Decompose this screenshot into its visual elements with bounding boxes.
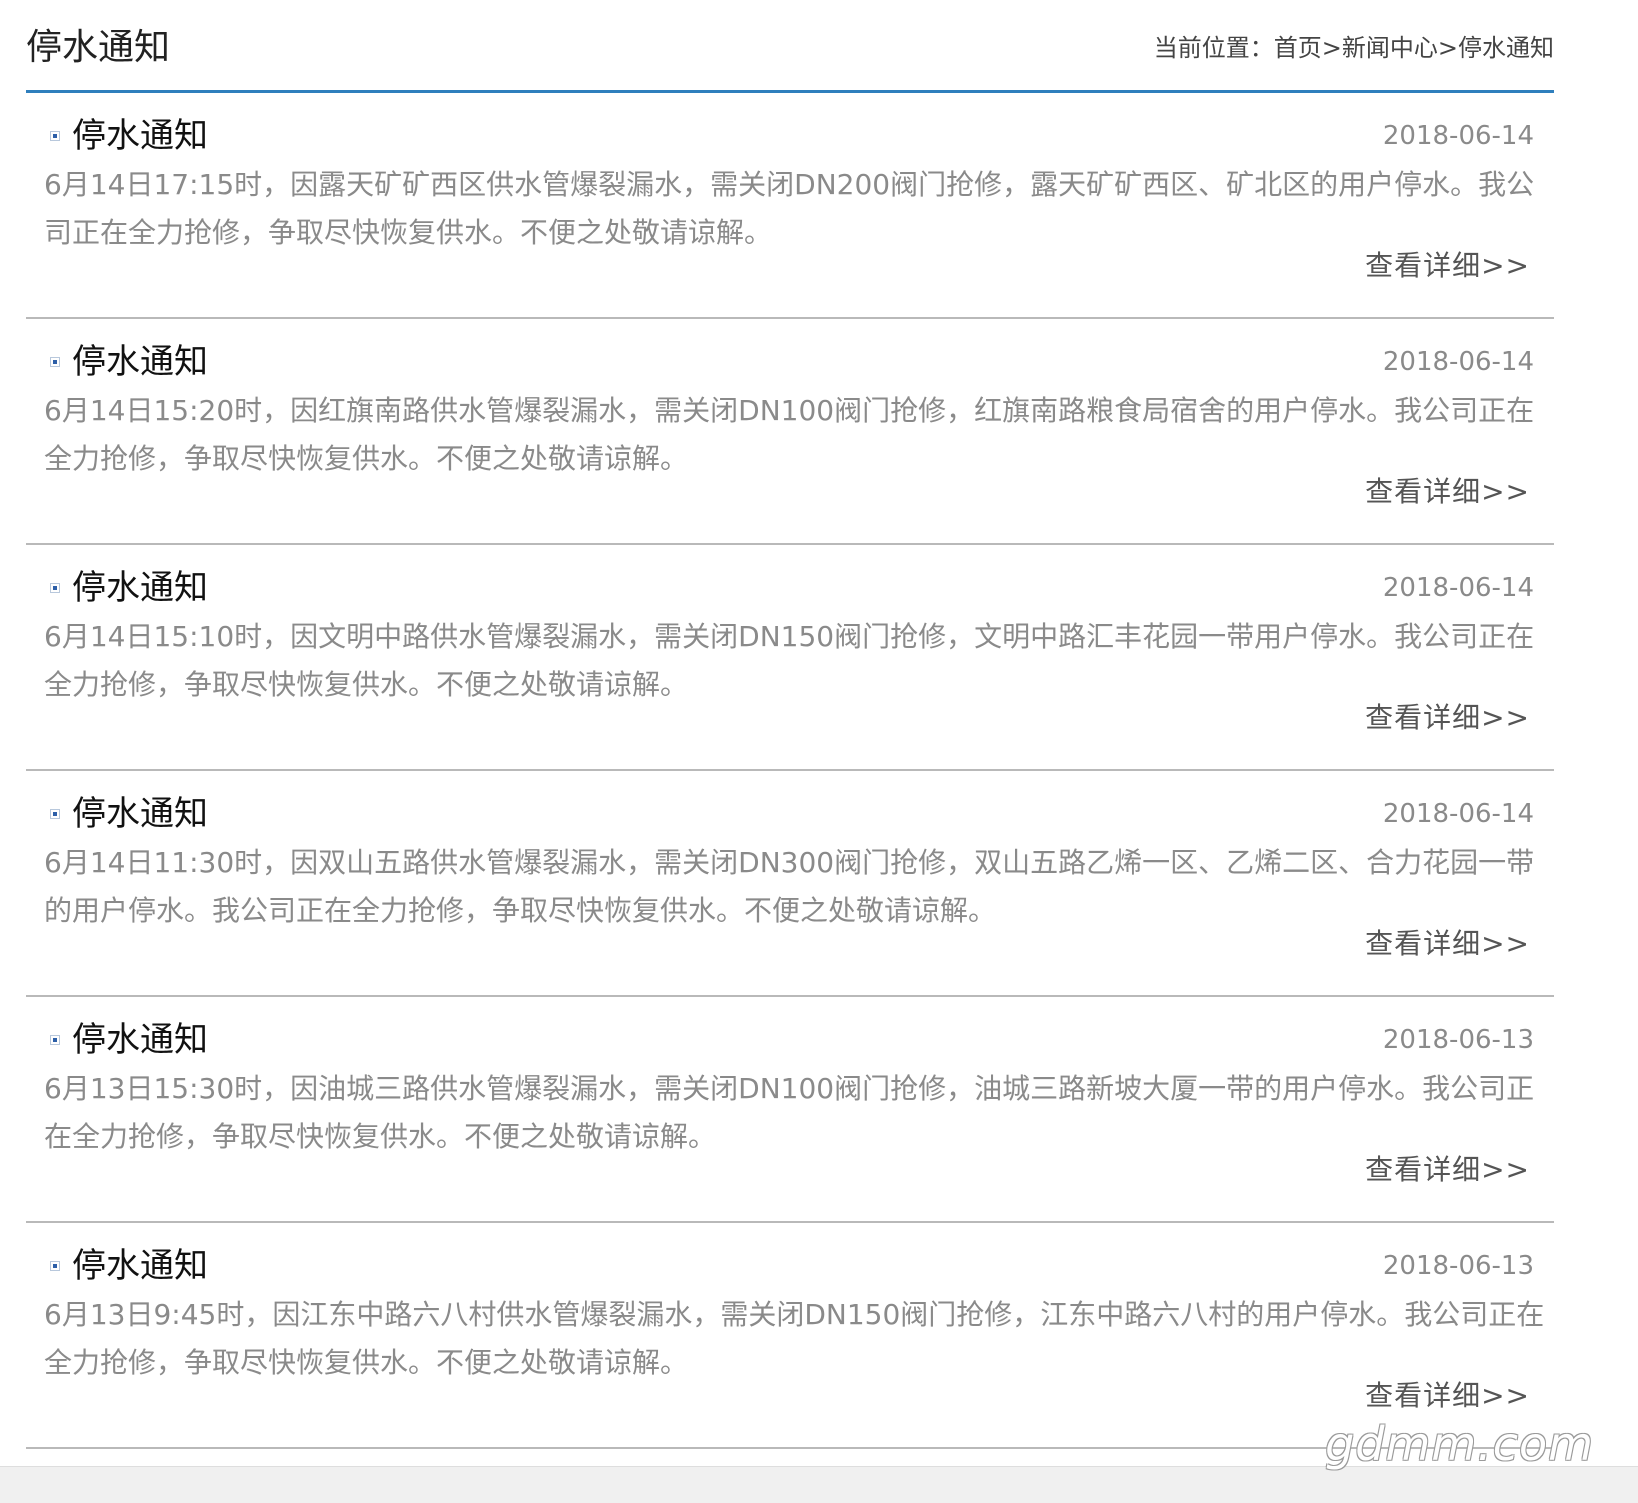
news-item: 停水通知 2018-06-14 6月14日11:30时，因双山五路供水管爆裂漏水… (26, 771, 1554, 997)
news-date: 2018-06-14 (1382, 347, 1534, 377)
news-date: 2018-06-13 (1382, 1251, 1534, 1281)
news-item: 停水通知 2018-06-14 6月14日15:10时，因文明中路供水管爆裂漏水… (26, 545, 1554, 771)
breadcrumb-current: 停水通知 (1458, 34, 1554, 62)
view-details-link[interactable]: 查看详细>> (1365, 473, 1530, 511)
page-title: 停水通知 (26, 27, 171, 68)
news-summary: 6月13日15:30时，因油城三路供水管爆裂漏水，需关闭DN100阀门抢修，油城… (44, 1072, 1535, 1153)
news-summary: 6月14日17:15时，因露天矿矿西区供水管爆裂漏水，需关闭DN200阀门抢修，… (44, 168, 1535, 249)
news-date: 2018-06-13 (1382, 1025, 1534, 1055)
news-date: 2018-06-14 (1382, 121, 1534, 151)
breadcrumb-news-center-link[interactable]: 新闻中心 (1342, 34, 1438, 62)
view-details-link[interactable]: 查看详细>> (1365, 1151, 1530, 1189)
breadcrumb-prefix: 当前位置： (1153, 34, 1274, 62)
bullet-icon (50, 1261, 60, 1271)
news-item: 停水通知 2018-06-13 6月13日15:30时，因油城三路供水管爆裂漏水… (26, 997, 1554, 1223)
bullet-icon (50, 357, 60, 367)
news-summary: 6月14日11:30时，因双山五路供水管爆裂漏水，需关闭DN300阀门抢修，双山… (44, 846, 1535, 927)
view-details-link[interactable]: 查看详细>> (1365, 247, 1530, 285)
view-details-link[interactable]: 查看详细>> (1365, 1377, 1530, 1415)
bullet-icon (50, 131, 60, 141)
news-item: 停水通知 2018-06-14 6月14日15:20时，因红旗南路供水管爆裂漏水… (26, 319, 1554, 545)
news-list: 停水通知 2018-06-14 6月14日17:15时，因露天矿矿西区供水管爆裂… (26, 93, 1554, 1449)
view-details-link[interactable]: 查看详细>> (1365, 699, 1530, 737)
breadcrumb-separator: > (1321, 34, 1342, 62)
news-title-link[interactable]: 停水通知 (72, 1017, 208, 1063)
bullet-icon (50, 1035, 60, 1045)
watermark: gdmm.com (1325, 1417, 1594, 1471)
bullet-icon (50, 583, 60, 593)
news-summary: 6月14日15:20时，因红旗南路供水管爆裂漏水，需关闭DN100阀门抢修，红旗… (44, 394, 1535, 475)
news-title-link[interactable]: 停水通知 (72, 1243, 208, 1289)
breadcrumb: 当前位置：首页>新闻中心>停水通知 (1154, 32, 1554, 64)
news-summary: 6月14日15:10时，因文明中路供水管爆裂漏水，需关闭DN150阀门抢修，文明… (44, 620, 1535, 701)
page-header: 停水通知 当前位置：首页>新闻中心>停水通知 (26, 0, 1554, 93)
news-date: 2018-06-14 (1382, 799, 1534, 829)
news-summary: 6月13日9:45时，因江东中路六八村供水管爆裂漏水，需关闭DN150阀门抢修，… (44, 1298, 1545, 1379)
news-title-link[interactable]: 停水通知 (72, 791, 208, 837)
bullet-icon (50, 809, 60, 819)
news-title-link[interactable]: 停水通知 (72, 565, 208, 611)
news-date: 2018-06-14 (1382, 573, 1534, 603)
view-details-link[interactable]: 查看详细>> (1365, 925, 1530, 963)
breadcrumb-home-link[interactable]: 首页 (1274, 34, 1322, 62)
news-item: 停水通知 2018-06-14 6月14日17:15时，因露天矿矿西区供水管爆裂… (26, 93, 1554, 319)
news-title-link[interactable]: 停水通知 (72, 339, 208, 385)
news-title-link[interactable]: 停水通知 (72, 113, 208, 159)
breadcrumb-separator: > (1437, 34, 1458, 62)
